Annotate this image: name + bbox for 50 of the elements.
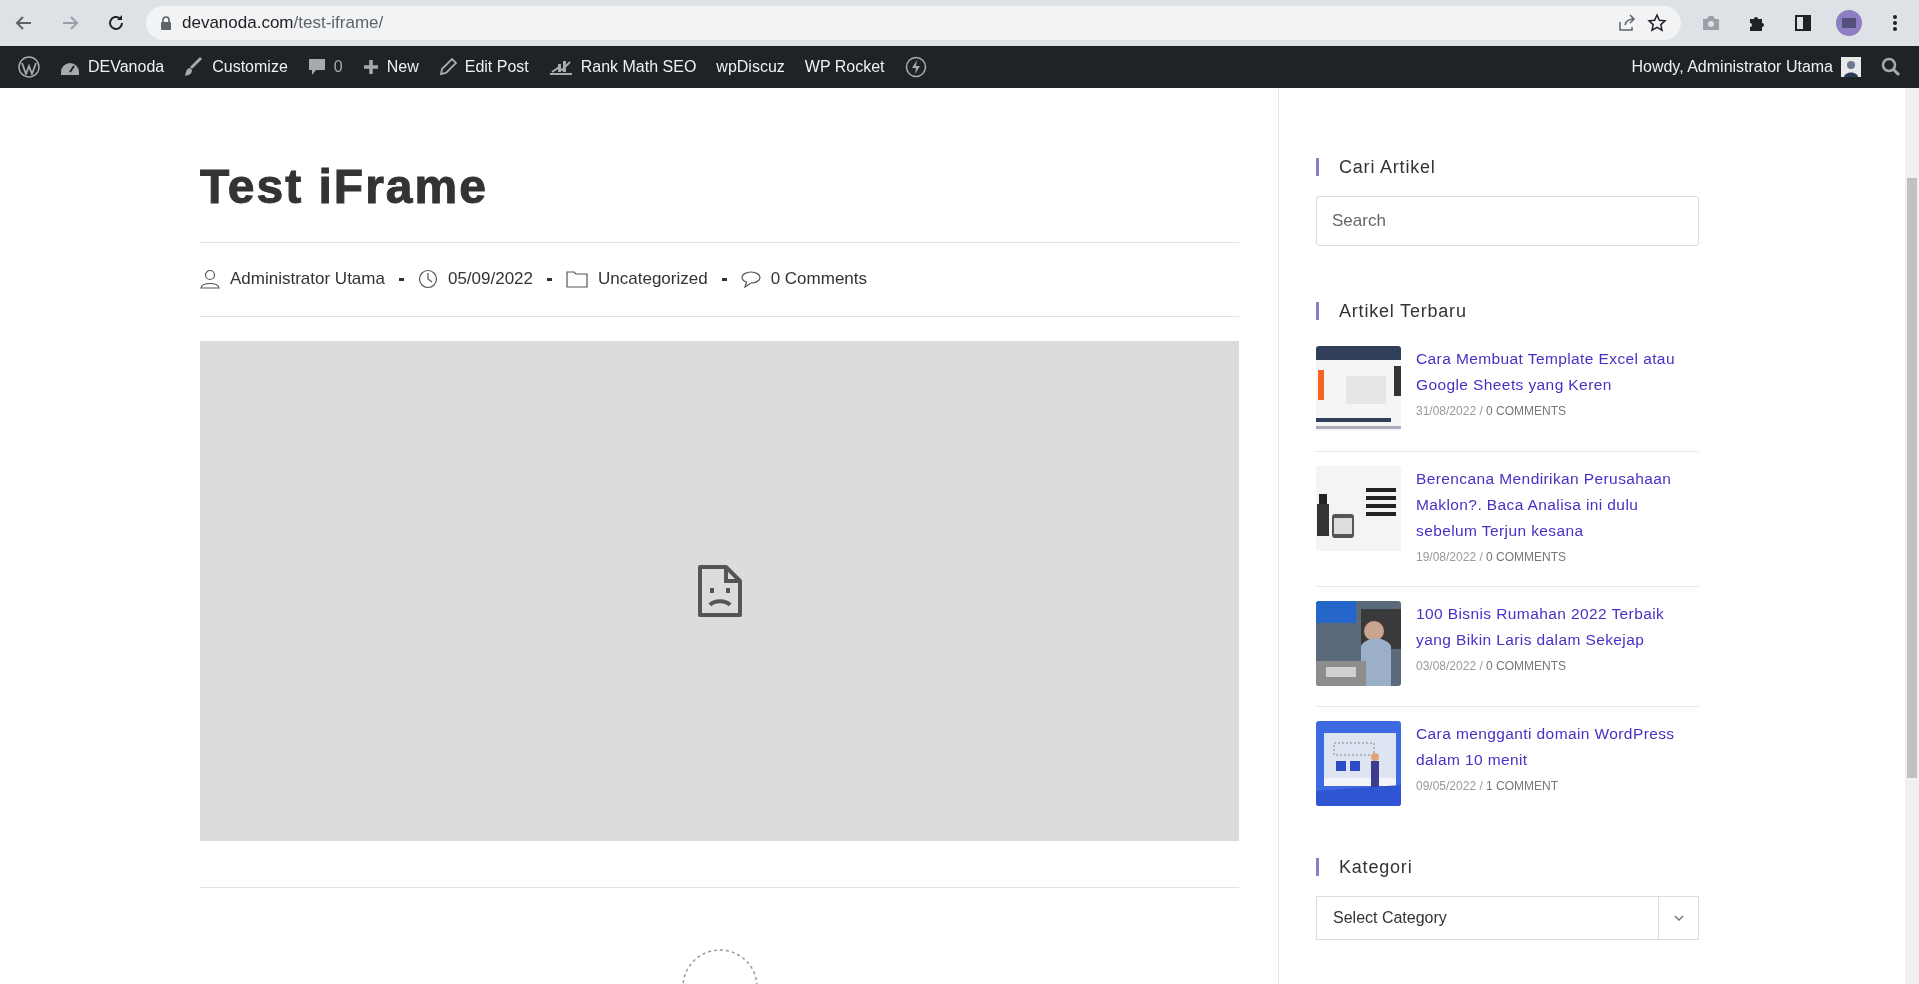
side-panel-icon[interactable] bbox=[1793, 13, 1813, 33]
post-date: 03/08/2022 / bbox=[1416, 659, 1483, 673]
comment-count: 0 COMMENTS bbox=[1486, 659, 1567, 673]
post-date: 09/05/2022 / bbox=[1416, 779, 1483, 793]
comment-count: 1 COMMENT bbox=[1486, 779, 1559, 793]
post-date: 31/08/2022 / bbox=[1416, 404, 1483, 418]
folder-icon bbox=[566, 270, 589, 289]
admin-bar-link[interactable]: WP Rocket bbox=[794, 46, 895, 88]
comment-count: 0 COMMENTS bbox=[1486, 550, 1567, 564]
clock-icon bbox=[417, 269, 438, 290]
comment-count: 0 COMMENTS bbox=[1486, 404, 1567, 418]
pencil-icon bbox=[438, 58, 457, 76]
search-field[interactable]: Search bbox=[1316, 196, 1699, 246]
user-avatar bbox=[1841, 57, 1861, 77]
edit-post-link[interactable]: Edit Post bbox=[428, 46, 539, 88]
category-link[interactable]: Uncategorized bbox=[598, 266, 708, 292]
post-link[interactable]: Berencana Mendirikan Perusahaan Maklon?. Baca Analisa ini dulu sebelum Terjun kesana bbox=[1416, 466, 1699, 544]
brush-icon bbox=[184, 57, 205, 77]
comments-link[interactable]: 0 Comments bbox=[770, 266, 868, 292]
broken-page-icon bbox=[696, 563, 743, 618]
post-link[interactable]: Cara Membuat Template Excel atau Google Sheets yang Keren bbox=[1416, 346, 1699, 398]
admin-bar-link[interactable]: wpDiscuz bbox=[706, 46, 795, 88]
speech-bubble-icon bbox=[740, 270, 761, 289]
scrollbar[interactable] bbox=[1905, 88, 1919, 984]
post-link[interactable]: 100 Bisnis Rumahan 2022 Terbaik yang Bikin Laris dalam Sekejap bbox=[1416, 601, 1699, 653]
rank-math-link[interactable]: Rank Math SEO bbox=[538, 46, 707, 88]
category-select[interactable]: Select Category bbox=[1316, 896, 1699, 940]
comments-link[interactable]: 0 bbox=[297, 46, 353, 88]
address-bar[interactable]: devanoda.com/test-iframe/ bbox=[146, 6, 1681, 40]
new-link[interactable]: New bbox=[352, 46, 429, 88]
customize-link[interactable]: Customize bbox=[174, 46, 298, 88]
share-icon[interactable] bbox=[1617, 13, 1637, 33]
url-text: devanoda.com/test-iframe/ bbox=[182, 12, 384, 35]
profile-avatar[interactable] bbox=[1835, 9, 1863, 37]
site-link[interactable]: DEVanoda bbox=[50, 46, 175, 88]
post-link[interactable]: Cara mengganti domain WordPress dalam 10 menit bbox=[1416, 721, 1699, 773]
post-title: Test iFrame bbox=[200, 159, 489, 215]
menu-icon[interactable] bbox=[1892, 13, 1898, 33]
chart-icon bbox=[548, 58, 573, 76]
author-link[interactable]: Administrator Utama bbox=[230, 266, 385, 292]
account-menu[interactable]: Howdy, Administrator Utama bbox=[1621, 46, 1871, 88]
speech-bubble-icon bbox=[307, 58, 326, 76]
chevron-down-icon bbox=[1673, 915, 1684, 921]
post-date: 05/09/2022 bbox=[447, 268, 534, 291]
person-icon bbox=[200, 269, 220, 290]
post-date: 19/08/2022 / bbox=[1416, 550, 1483, 564]
plus-icon bbox=[362, 59, 379, 75]
star-icon[interactable] bbox=[1647, 13, 1667, 33]
lock-icon bbox=[160, 16, 172, 30]
reload-icon[interactable] bbox=[106, 13, 126, 33]
